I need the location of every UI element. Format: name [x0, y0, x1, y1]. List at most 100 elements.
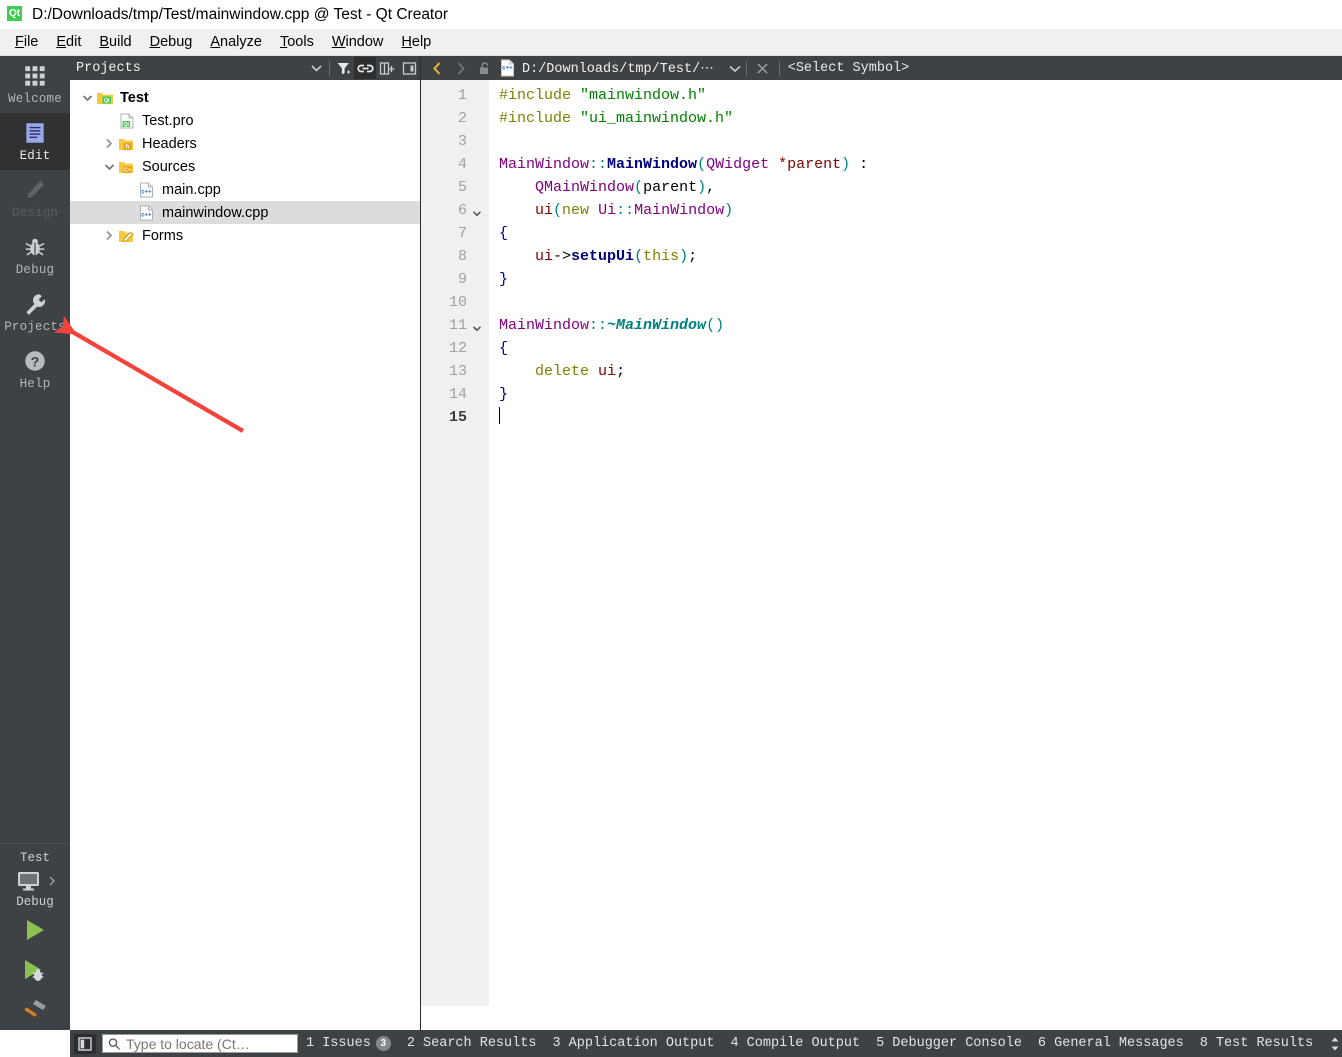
tree-item-forms[interactable]: Forms: [70, 224, 420, 247]
code-token: ): [841, 156, 851, 173]
code-line[interactable]: {: [499, 337, 1342, 360]
tree-item-label: Test.pro: [142, 112, 194, 129]
text-cursor: [499, 407, 500, 424]
code-line[interactable]: }: [499, 383, 1342, 406]
tree-item-sources[interactable]: C+ Sources: [70, 155, 420, 178]
run-button[interactable]: [0, 910, 70, 950]
locator-input[interactable]: Type to locate (Ct…: [102, 1034, 298, 1053]
code-token: {: [499, 340, 509, 357]
mode-label-welcome: Welcome: [8, 92, 62, 106]
code-token: delete: [535, 363, 590, 380]
svg-text:c++: c++: [141, 212, 152, 218]
mode-item-projects[interactable]: Projects: [0, 284, 70, 341]
search-icon: [108, 1037, 121, 1050]
code-line[interactable]: #include "mainwindow.h": [499, 84, 1342, 107]
code-line[interactable]: MainWindow::MainWindow(QWidget *parent) …: [499, 153, 1342, 176]
menu-tools[interactable]: Tools: [271, 31, 323, 53]
menu-file[interactable]: FFileile: [6, 31, 47, 53]
split-plus-icon: [379, 61, 395, 75]
fold-chevron-down-icon[interactable]: ⌄: [467, 316, 487, 335]
tree-item-test[interactable]: Qt Test: [70, 86, 420, 109]
lock-toggle-button[interactable]: [473, 57, 497, 79]
menu-build[interactable]: Build: [90, 31, 140, 53]
code-token: ,: [706, 179, 716, 196]
code-token: (: [634, 248, 644, 265]
code-token: ): [679, 248, 689, 265]
mode-item-help[interactable]: ? Help: [0, 341, 70, 398]
output-pane-application-output[interactable]: 3 Application Output: [544, 1036, 722, 1051]
navigate-back-button[interactable]: [425, 57, 449, 79]
output-pane-debugger-console[interactable]: 5 Debugger Console: [868, 1036, 1030, 1051]
code-line[interactable]: delete ui;: [499, 360, 1342, 383]
code-line[interactable]: ui(new Ui::MainWindow): [499, 199, 1342, 222]
tree-item-test-pro[interactable]: Qt Test.pro: [70, 109, 420, 132]
folder-forms-icon: [119, 230, 134, 242]
tree-item-label: Test: [120, 89, 149, 106]
code-line[interactable]: [499, 406, 1342, 429]
code-token: (: [697, 156, 707, 173]
synchronize-with-editor-button[interactable]: [354, 57, 376, 79]
chevron-right-icon: [457, 61, 465, 75]
tree-item-headers[interactable]: h Headers: [70, 132, 420, 155]
code-line[interactable]: ui->setupUi(this);: [499, 245, 1342, 268]
output-pane-search-results[interactable]: 2 Search Results: [399, 1036, 545, 1051]
code-line[interactable]: MainWindow::~MainWindow(): [499, 314, 1342, 337]
project-tree: Qt Test Qt Test.pro h Headers C+ Sources…: [70, 80, 420, 247]
code-line[interactable]: [499, 291, 1342, 314]
output-pane-compile-output[interactable]: 4 Compile Output: [722, 1036, 868, 1051]
fold-chevron-down-icon[interactable]: ⌄: [467, 201, 487, 220]
code-line[interactable]: #include "ui_mainwindow.h": [499, 107, 1342, 130]
mode-label-debug: Debug: [15, 263, 55, 277]
desktop-icon: [17, 872, 39, 891]
view-dropdown-button[interactable]: [305, 57, 327, 79]
menu-debug[interactable]: Debug: [141, 31, 202, 53]
close-document-button[interactable]: [751, 57, 775, 79]
output-pane-resize-button[interactable]: [1321, 1036, 1342, 1052]
mode-item-welcome[interactable]: Welcome: [0, 56, 70, 113]
code-content[interactable]: #include "mainwindow.h" #include "ui_main…: [489, 80, 1342, 1006]
close-sidebar-button[interactable]: [398, 57, 420, 79]
add-split-button[interactable]: [376, 57, 398, 79]
pencil-icon: [27, 180, 45, 199]
build-button[interactable]: [0, 990, 70, 1030]
open-file-path-selector[interactable]: c++ D:/Downloads/tmp/Test/⋯: [499, 59, 742, 77]
filter-button[interactable]: [332, 57, 354, 79]
line-number: 4: [457, 156, 467, 173]
menu-help[interactable]: Help: [392, 31, 440, 53]
code-line[interactable]: }: [499, 268, 1342, 291]
wrench-icon: [26, 294, 45, 315]
menu-edit[interactable]: Edit: [47, 31, 90, 53]
debug-button[interactable]: [0, 950, 70, 990]
kit-selector[interactable]: Test Debug: [0, 843, 70, 910]
code-token: }: [499, 271, 509, 288]
tree-item-mainwindow-cpp[interactable]: c++ mainwindow.cpp: [70, 201, 420, 224]
code-token: MainWindow: [634, 202, 725, 219]
output-pane-issues[interactable]: 1 Issues 3: [298, 1036, 399, 1051]
code-editor[interactable]: 1 2 3 4 5 6 ⌄ 7 8 9 10 11 ⌄ 12 13 14 15 #include "mainwi…: [421, 80, 1342, 1006]
qt-project-icon: Qt: [97, 92, 113, 104]
filter-icon: [337, 62, 350, 74]
mode-item-debug[interactable]: Debug: [0, 227, 70, 284]
cpp-file-icon: c++: [140, 182, 153, 197]
mode-item-edit[interactable]: Edit: [0, 113, 70, 170]
expand-arrow-collapsed-icon[interactable]: [100, 230, 118, 241]
tree-item-label: Sources: [142, 158, 196, 175]
code-token: ): [697, 179, 707, 196]
expand-arrow-expanded-icon[interactable]: [100, 163, 118, 171]
menu-window[interactable]: Window: [323, 31, 393, 53]
symbol-selector[interactable]: <Select Symbol>: [788, 61, 910, 76]
code-line[interactable]: QMainWindow(parent),: [499, 176, 1342, 199]
cpp-file-icon: c++: [501, 59, 514, 77]
code-line[interactable]: {: [499, 222, 1342, 245]
sidebar-toggle-button[interactable]: [74, 1033, 96, 1054]
tree-item-main-cpp[interactable]: c++ main.cpp: [70, 178, 420, 201]
code-line[interactable]: [499, 130, 1342, 153]
output-pane-general-messages[interactable]: 6 General Messages: [1030, 1036, 1192, 1051]
svg-text:c++: c++: [502, 65, 513, 72]
expand-arrow-collapsed-icon[interactable]: [100, 138, 118, 149]
menu-analyze[interactable]: Analyze: [201, 31, 271, 53]
chevron-down-icon[interactable]: [728, 64, 742, 73]
output-pane-test-results[interactable]: 8 Test Results: [1192, 1036, 1321, 1051]
expand-arrow-expanded-icon[interactable]: [78, 94, 96, 102]
